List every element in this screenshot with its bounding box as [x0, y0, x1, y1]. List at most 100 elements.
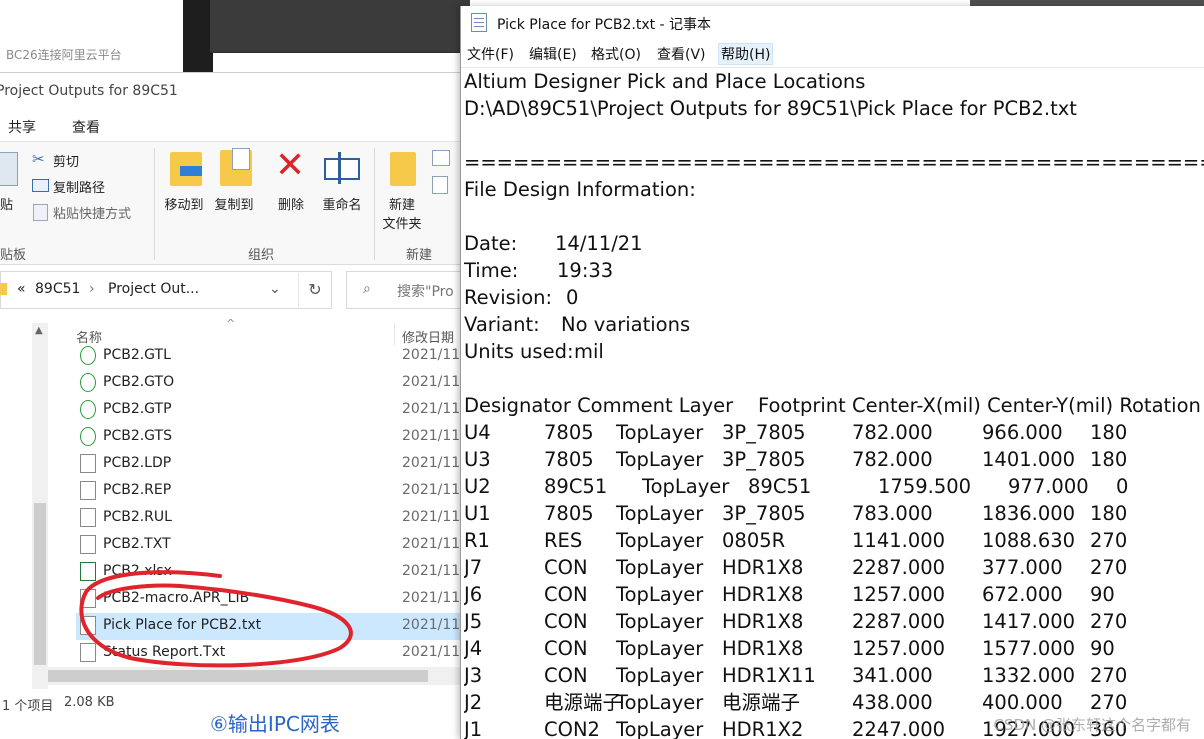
cell-center-x: 2247.000 [852, 718, 946, 739]
cell-rotation: 180 [1090, 502, 1128, 525]
cell-center-y: 966.000 [982, 421, 1063, 444]
cell-center-y: 1577.000 [982, 637, 1076, 660]
chevron-down-icon[interactable]: ⌄ [269, 281, 281, 297]
file-name: PCB2.REP [103, 482, 172, 498]
copy-to-button[interactable]: 复制到 [210, 194, 258, 213]
cell-footprint: HDR1X2 [722, 718, 804, 739]
notepad-title-bar[interactable]: Pick Place for PCB2.txt - 记事本 [461, 6, 1204, 38]
cell-rotation: 270 [1090, 610, 1128, 633]
info-date-value: 14/11/21 [555, 232, 643, 255]
paste-shortcut-icon [33, 204, 48, 221]
cell-layer: TopLayer [616, 664, 704, 687]
new-folder-button[interactable]: 新建 文件夹 [380, 194, 424, 232]
cell-footprint: 电源端子 [722, 691, 801, 714]
file-row[interactable]: PCB2.REP 2021/11 [76, 478, 462, 505]
address-bar[interactable]: « 89C51 › Project Out... ⌄ ↻ [0, 271, 332, 309]
file-name: PCB2.RUL [103, 509, 172, 525]
new-group-label: 新建 [406, 248, 433, 263]
menu-view[interactable]: 查看(V) [657, 44, 706, 64]
cell-footprint: HDR1X8 [722, 610, 804, 633]
text-line: Altium Designer Pick and Place Locations [464, 70, 866, 93]
copy-path-icon [32, 179, 49, 192]
file-name: PCB2.GTO [103, 374, 175, 390]
paste-shortcut-button[interactable]: 粘贴快捷方式 [53, 203, 131, 222]
cell-layer: TopLayer [616, 421, 704, 444]
cell-comment: 89C51 [544, 475, 608, 498]
menu-help[interactable]: 帮助(H) [717, 43, 774, 65]
navigation-scrollbar[interactable]: ▲ [32, 323, 48, 689]
paste-icon [0, 152, 18, 186]
new-item-icon[interactable] [432, 150, 450, 166]
copy-path-button[interactable]: 复制路径 [53, 177, 105, 196]
ribbon-separator [154, 148, 155, 260]
cell-rotation: 180 [1090, 448, 1128, 471]
file-date: 2021/11 [402, 563, 461, 579]
cut-icon: ✂ [32, 150, 45, 168]
notepad-menu-bar: 文件(F) 编辑(E) 格式(O) 查看(V) 帮助(H) [461, 39, 1204, 68]
file-row[interactable]: PCB2.GTS 2021/11 [76, 424, 462, 451]
cut-button[interactable]: 剪切 [53, 151, 79, 170]
sort-arrow-icon: ^ [226, 317, 236, 330]
cell-rotation: 270 [1090, 529, 1128, 552]
file-date: 2021/11 [402, 374, 461, 390]
file-row[interactable]: PCB2.RUL 2021/11 [76, 505, 462, 532]
cell-designator: J4 [464, 637, 483, 660]
file-row[interactable]: PCB2.LDP 2021/11 [76, 451, 462, 478]
cell-center-x: 782.000 [852, 421, 933, 444]
file-row[interactable]: PCB2.TXT 2021/11 [76, 532, 462, 559]
ribbon-separator [374, 148, 375, 260]
cell-center-y: 1836.000 [982, 502, 1076, 525]
file-date: 2021/11 [402, 347, 461, 363]
cell-footprint: HDR1X8 [722, 637, 804, 660]
scroll-thumb[interactable] [34, 503, 46, 665]
search-input[interactable]: ⌕ 搜索"Pro [346, 271, 464, 309]
cell-designator: R1 [464, 529, 490, 552]
cell-layer: TopLayer [642, 475, 730, 498]
cell-comment: RES [544, 529, 583, 552]
cell-footprint: HDR1X8 [722, 583, 804, 606]
tab-share[interactable]: 共享 [8, 117, 36, 137]
table-header: Designator Comment Layer Footprint Cente… [464, 394, 1201, 417]
cell-center-x: 1759.500 [878, 475, 972, 498]
easy-access-icon[interactable] [432, 176, 448, 194]
column-divider[interactable] [394, 323, 395, 345]
breadcrumb-overflow[interactable]: « [17, 281, 26, 297]
scroll-up-icon[interactable]: ▲ [35, 325, 43, 336]
notepad-text-area[interactable]: Altium Designer Pick and Place Locations… [464, 68, 1204, 739]
cell-center-x: 1257.000 [852, 583, 946, 606]
delete-button[interactable]: 删除 [270, 194, 312, 213]
file-date: 2021/11 [402, 617, 461, 633]
notepad-window: Pick Place for PCB2.txt - 记事本 文件(F) 编辑(E… [460, 6, 1204, 739]
cell-designator: J1 [464, 718, 483, 739]
info-variant-value: No variations [561, 313, 691, 336]
file-row[interactable]: PCB2.GTL 2021/11 [76, 343, 462, 370]
menu-edit[interactable]: 编辑(E) [529, 44, 577, 64]
file-name: PCB2.TXT [103, 536, 171, 552]
file-date: 2021/11 [402, 428, 461, 444]
breadcrumb-89c51[interactable]: 89C51 [35, 281, 80, 297]
menu-format[interactable]: 格式(O) [591, 44, 641, 64]
paste-button[interactable]: 贴 [0, 194, 13, 213]
info-revision-label: Revision: [464, 286, 553, 309]
file-name: PCB2.GTS [103, 428, 172, 444]
menu-file[interactable]: 文件(F) [467, 44, 514, 64]
breadcrumb-project-outputs[interactable]: Project Out... [108, 281, 199, 297]
tab-view[interactable]: 查看 [72, 117, 100, 137]
search-icon: ⌕ [363, 281, 371, 297]
rename-button[interactable]: 重命名 [316, 194, 368, 213]
text-file-icon [80, 481, 96, 500]
text-line: D:\AD\89C51\Project Outputs for 89C51\Pi… [464, 97, 1077, 120]
file-date: 2021/11 [402, 536, 461, 552]
file-row[interactable]: PCB2.GTP 2021/11 [76, 397, 462, 424]
file-row[interactable]: PCB2.GTO 2021/11 [76, 370, 462, 397]
cell-center-x: 341.000 [852, 664, 933, 687]
refresh-icon[interactable]: ↻ [298, 273, 331, 307]
cell-designator: J5 [464, 610, 483, 633]
cell-footprint: 89C51 [748, 475, 812, 498]
cell-footprint: HDR1X8 [722, 556, 804, 579]
watermark-text: CSDN @张东轩这个名字都有 [993, 716, 1191, 734]
file-date: 2021/11 [402, 455, 461, 471]
cell-designator: U3 [464, 448, 491, 471]
move-to-button[interactable]: 移动到 [160, 194, 208, 213]
text-line: ========================================… [464, 151, 1204, 174]
